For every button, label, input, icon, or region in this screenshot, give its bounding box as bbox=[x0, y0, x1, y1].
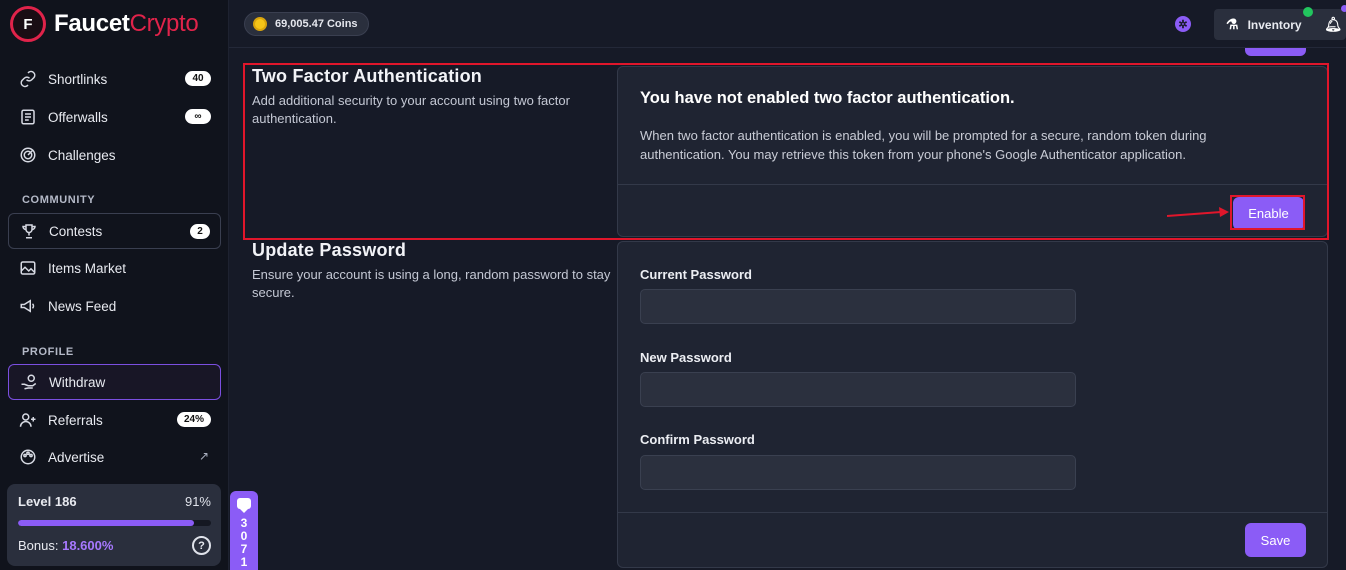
confirm-password-input[interactable] bbox=[640, 455, 1076, 490]
hand-coins-icon bbox=[19, 372, 39, 392]
image-icon bbox=[18, 258, 38, 278]
notification-dot bbox=[1341, 5, 1346, 12]
sidebar-item-label: Withdraw bbox=[49, 374, 106, 390]
two-factor-title: Two Factor Authentication bbox=[252, 66, 482, 86]
sidebar-item-label: Shortlinks bbox=[48, 71, 108, 87]
bonus-value: 18.600% bbox=[62, 538, 114, 553]
sidebar-item-challenges[interactable]: Challenges bbox=[8, 137, 221, 173]
count-badge: 2 bbox=[190, 224, 210, 239]
password-card: Current Password New Password Confirm Pa… bbox=[617, 241, 1328, 568]
two-factor-card-title: You have not enabled two factor authenti… bbox=[640, 89, 1015, 107]
logo-text: FaucetCrypto bbox=[54, 10, 199, 38]
external-link-icon: ↗ bbox=[198, 449, 209, 463]
target-icon bbox=[18, 145, 38, 165]
section-title-community: COMMUNITY bbox=[22, 194, 96, 206]
chat-bubble-icon bbox=[237, 498, 251, 513]
sidebar-item-label: Advertise bbox=[48, 449, 105, 465]
current-password-input[interactable] bbox=[640, 289, 1076, 324]
bonus-text: Bonus: 18.600% bbox=[18, 538, 113, 553]
sidebar-item-label: Items Market bbox=[48, 260, 127, 276]
save-password-button[interactable]: Save bbox=[1245, 523, 1306, 557]
topbar: 69,005.47 Coins ✲ ⚗ Inventory 🔔︎ bbox=[229, 0, 1346, 48]
bell-icon[interactable]: 🔔︎ bbox=[1324, 16, 1342, 33]
level-percent: 91% bbox=[184, 494, 211, 509]
inventory-button[interactable]: ⚗ Inventory 🔔︎ bbox=[1214, 5, 1346, 40]
confirm-password-label: Confirm Password bbox=[640, 432, 755, 447]
two-factor-description: Add additional security to your account … bbox=[252, 93, 570, 126]
divider bbox=[618, 512, 1327, 513]
logo-text-part2: Crypto bbox=[129, 10, 199, 37]
password-title: Update Password bbox=[252, 240, 407, 260]
sidebar-item-items-market[interactable]: Items Market bbox=[8, 250, 221, 286]
megaphone-icon bbox=[18, 296, 38, 316]
chat-count: 3071 bbox=[240, 516, 248, 569]
enable-2fa-button[interactable]: Enable bbox=[1233, 197, 1304, 230]
users-icon bbox=[18, 410, 38, 430]
sidebar-item-label: Contests bbox=[49, 223, 103, 239]
new-password-label: New Password bbox=[640, 350, 732, 365]
trophy-icon bbox=[19, 221, 39, 241]
level-card: Level 186 91% Bonus: 18.600% ? bbox=[7, 484, 221, 566]
sidebar-item-label: Offerwalls bbox=[48, 109, 108, 125]
count-badge: ∞ bbox=[185, 109, 211, 124]
coin-balance-text: 69,005.47 Coins bbox=[275, 18, 358, 30]
logo[interactable]: F FaucetCrypto bbox=[10, 6, 199, 42]
sidebar-item-referrals[interactable]: Referrals 24% bbox=[8, 402, 221, 438]
arrow-annotation-icon bbox=[1167, 207, 1229, 217]
partial-button[interactable] bbox=[1245, 48, 1306, 56]
help-icon[interactable]: ? bbox=[192, 536, 211, 555]
two-factor-section-header: Two Factor Authentication Add additional… bbox=[252, 66, 612, 128]
sidebar-item-offerwalls[interactable]: Offerwalls ∞ bbox=[8, 99, 221, 135]
logo-initial: F bbox=[23, 15, 33, 33]
sidebar-item-advertise[interactable]: Advertise ↗ bbox=[8, 439, 221, 475]
two-factor-card-text: When two factor authentication is enable… bbox=[640, 128, 1207, 162]
password-description: Ensure your account is using a long, ran… bbox=[252, 267, 611, 300]
online-status-dot bbox=[1303, 7, 1313, 17]
level-progress-bar bbox=[18, 520, 211, 526]
sidebar: F FaucetCrypto Shortlinks 40 Offerwalls … bbox=[0, 0, 229, 570]
logo-text-part1: Faucet bbox=[54, 10, 130, 37]
level-progress-fill bbox=[18, 520, 194, 526]
divider bbox=[618, 184, 1327, 185]
sidebar-item-label: Referrals bbox=[48, 412, 103, 428]
inventory-label: Inventory bbox=[1247, 17, 1302, 32]
sidebar-item-shortlinks[interactable]: Shortlinks 40 bbox=[8, 61, 221, 97]
sidebar-item-contests[interactable]: Contests 2 bbox=[8, 213, 221, 249]
link-icon bbox=[18, 69, 38, 89]
bonus-label: Bonus: bbox=[18, 538, 59, 553]
password-section-header: Update Password Ensure your account is u… bbox=[252, 240, 612, 302]
sidebar-item-withdraw[interactable]: Withdraw bbox=[8, 364, 221, 400]
logo-icon: F bbox=[10, 6, 46, 42]
palette-icon bbox=[18, 447, 38, 467]
section-title-profile: PROFILE bbox=[22, 346, 74, 358]
flask-icon: ⚗ bbox=[1226, 16, 1239, 32]
coin-icon bbox=[253, 17, 267, 31]
level-label: Level 186 bbox=[18, 494, 77, 509]
coin-balance[interactable]: 69,005.47 Coins bbox=[244, 12, 369, 36]
percent-badge: 24% bbox=[177, 412, 211, 427]
current-password-label: Current Password bbox=[640, 267, 752, 282]
sidebar-item-label: Challenges bbox=[48, 147, 116, 163]
chat-tab[interactable]: 3071 bbox=[230, 491, 258, 570]
film-reel-icon[interactable]: ✲ bbox=[1175, 16, 1191, 32]
sidebar-item-label: News Feed bbox=[48, 298, 117, 314]
list-icon bbox=[18, 107, 38, 127]
sidebar-item-news-feed[interactable]: News Feed bbox=[8, 288, 221, 324]
count-badge: 40 bbox=[185, 71, 211, 86]
new-password-input[interactable] bbox=[640, 372, 1076, 407]
